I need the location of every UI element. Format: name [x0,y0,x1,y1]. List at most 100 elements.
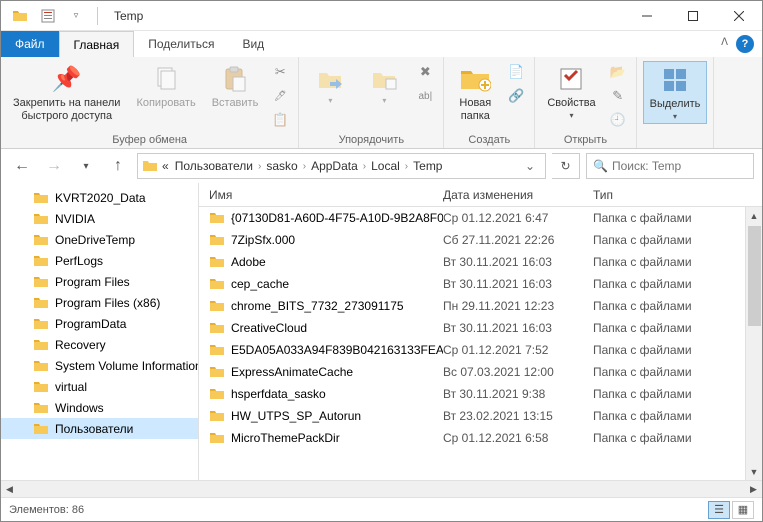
tree-item-label: Program Files [55,275,130,289]
rename-button[interactable]: ab| [413,85,437,107]
collapse-ribbon-icon[interactable]: ᐱ [721,37,728,48]
breadcrumb-temp[interactable]: Temp [411,159,444,173]
list-item[interactable]: hsperfdata_saskoВт 30.11.2021 9:38Папка … [199,383,762,405]
scroll-right-icon[interactable]: ▶ [745,481,762,498]
folder-icon [33,316,49,332]
copy-button[interactable]: Копировать [130,61,201,112]
address-dropdown-icon[interactable]: ⌄ [519,159,541,173]
file-list[interactable]: {07130D81-A60D-4F75-A10D-9B2A8F00D...Ср … [199,207,762,480]
folder-icon [209,232,225,248]
list-item[interactable]: chrome_BITS_7732_273091175Пн 29.11.2021 … [199,295,762,317]
folder-tree[interactable]: KVRT2020_Data NVIDIA OneDriveTemp PerfLogs P… [1,183,199,480]
tab-view[interactable]: Вид [228,31,278,57]
help-icon[interactable]: ? [736,35,754,53]
back-button[interactable]: ← [9,153,35,179]
cut-button[interactable]: ✂ [268,61,292,83]
thumbnails-view-button[interactable]: ▦ [732,501,754,519]
tree-item[interactable]: PerfLogs [1,250,198,271]
item-type: Папка с файлами [593,431,762,445]
tab-file[interactable]: Файл [1,31,59,57]
copy-path-button[interactable]: 🖊 [268,85,292,107]
column-date[interactable]: Дата изменения [443,188,593,202]
tree-item[interactable]: OneDriveTemp [1,229,198,250]
list-item[interactable]: E5DA05A033A94F839B042163133FEAB1Ср 01.12… [199,339,762,361]
tree-item[interactable]: Пользователи [1,418,198,439]
delete-button[interactable]: ✖ [413,61,437,83]
open-button[interactable]: 📂 [606,61,630,83]
scroll-down-icon[interactable]: ▼ [746,463,762,480]
tree-item[interactable]: virtual [1,376,198,397]
breadcrumb-users[interactable]: Пользователи [173,159,255,173]
maximize-button[interactable] [670,1,716,31]
tree-item[interactable]: System Volume Information [1,355,198,376]
item-type: Папка с файлами [593,233,762,247]
paste-button[interactable]: Вставить [206,61,265,112]
list-item[interactable]: 7ZipSfx.000Сб 27.11.2021 22:26Папка с фа… [199,229,762,251]
list-item[interactable]: HW_UTPS_SP_AutorunВт 23.02.2021 13:15Пап… [199,405,762,427]
copy-to-button[interactable]: ▾ [359,61,409,107]
easy-access-button[interactable]: 🔗 [504,85,528,107]
up-button[interactable]: ↑ [105,153,131,179]
item-name: 7ZipSfx.000 [231,233,295,247]
item-date: Ср 01.12.2021 7:52 [443,343,593,357]
search-input[interactable] [612,159,747,173]
paste-shortcut-button[interactable]: 📋 [268,109,292,131]
tree-item[interactable]: NVIDIA [1,208,198,229]
qat-dropdown-icon[interactable]: ▿ [65,5,87,27]
new-item-button[interactable]: 📄 [504,61,528,83]
search-box[interactable]: 🔍 [586,153,754,179]
tree-item-label: System Volume Information [55,359,198,373]
copy-to-icon [368,63,400,95]
recent-locations-button[interactable]: ▾ [73,153,99,179]
breadcrumb-overflow[interactable]: « [160,159,171,173]
new-folder-button[interactable]: Новая папка [450,61,500,124]
address-bar[interactable]: « Пользователи› sasko› AppData› Local› T… [137,153,546,179]
qat-properties-icon[interactable] [37,5,59,27]
column-name[interactable]: Имя [199,188,443,202]
tree-item[interactable]: Program Files (x86) [1,292,198,313]
list-item[interactable]: ExpressAnimateCacheВс 07.03.2021 12:00Па… [199,361,762,383]
list-item[interactable]: {07130D81-A60D-4F75-A10D-9B2A8F00D...Ср … [199,207,762,229]
item-type: Папка с файлами [593,277,762,291]
tab-share[interactable]: Поделиться [134,31,228,57]
history-button[interactable]: 🕘 [606,109,630,131]
vertical-scrollbar[interactable]: ▲ ▼ [745,207,762,480]
list-item[interactable]: cep_cacheВт 30.11.2021 16:03Папка с файл… [199,273,762,295]
tree-item[interactable]: ProgramData [1,313,198,334]
list-item[interactable]: CreativeCloudВт 30.11.2021 16:03Папка с … [199,317,762,339]
close-button[interactable] [716,1,762,31]
move-to-button[interactable]: ▾ [305,61,355,107]
tree-item-label: PerfLogs [55,254,103,268]
refresh-button[interactable]: ↻ [552,153,580,179]
forward-button[interactable]: → [41,153,67,179]
properties-button[interactable]: Свойства▾ [541,61,601,122]
tree-item-label: OneDriveTemp [55,233,135,247]
column-type[interactable]: Тип [593,188,762,202]
folder-icon [33,421,49,437]
breadcrumb-local[interactable]: Local [369,159,402,173]
pin-icon: 📌 [51,63,83,95]
tree-item[interactable]: KVRT2020_Data [1,187,198,208]
scroll-thumb[interactable] [748,226,761,326]
tree-item[interactable]: Program Files [1,271,198,292]
select-all-button[interactable]: Выделить▾ [643,61,708,124]
tree-item-label: NVIDIA [55,212,95,226]
list-item[interactable]: AdobeВт 30.11.2021 16:03Папка с файлами [199,251,762,273]
tree-item[interactable]: Recovery [1,334,198,355]
breadcrumb-appdata[interactable]: AppData [309,159,360,173]
minimize-button[interactable] [624,1,670,31]
tree-item[interactable]: Windows [1,397,198,418]
new-folder-icon [459,63,491,95]
pin-quick-access-button[interactable]: 📌 Закрепить на панели быстрого доступа [7,61,126,124]
scroll-up-icon[interactable]: ▲ [746,207,762,224]
tab-home[interactable]: Главная [59,31,135,57]
edit-button[interactable]: ✎ [606,85,630,107]
scroll-left-icon[interactable]: ◀ [1,481,18,498]
details-view-button[interactable]: ☰ [708,501,730,519]
paste-icon [219,63,251,95]
list-item[interactable]: MicroThemePackDirСр 01.12.2021 6:58Папка… [199,427,762,449]
item-type: Папка с файлами [593,321,762,335]
breadcrumb-sasko[interactable]: sasko [264,159,299,173]
horizontal-scrollbar[interactable]: ◀ ▶ [1,480,762,497]
folder-app-icon[interactable] [9,5,31,27]
